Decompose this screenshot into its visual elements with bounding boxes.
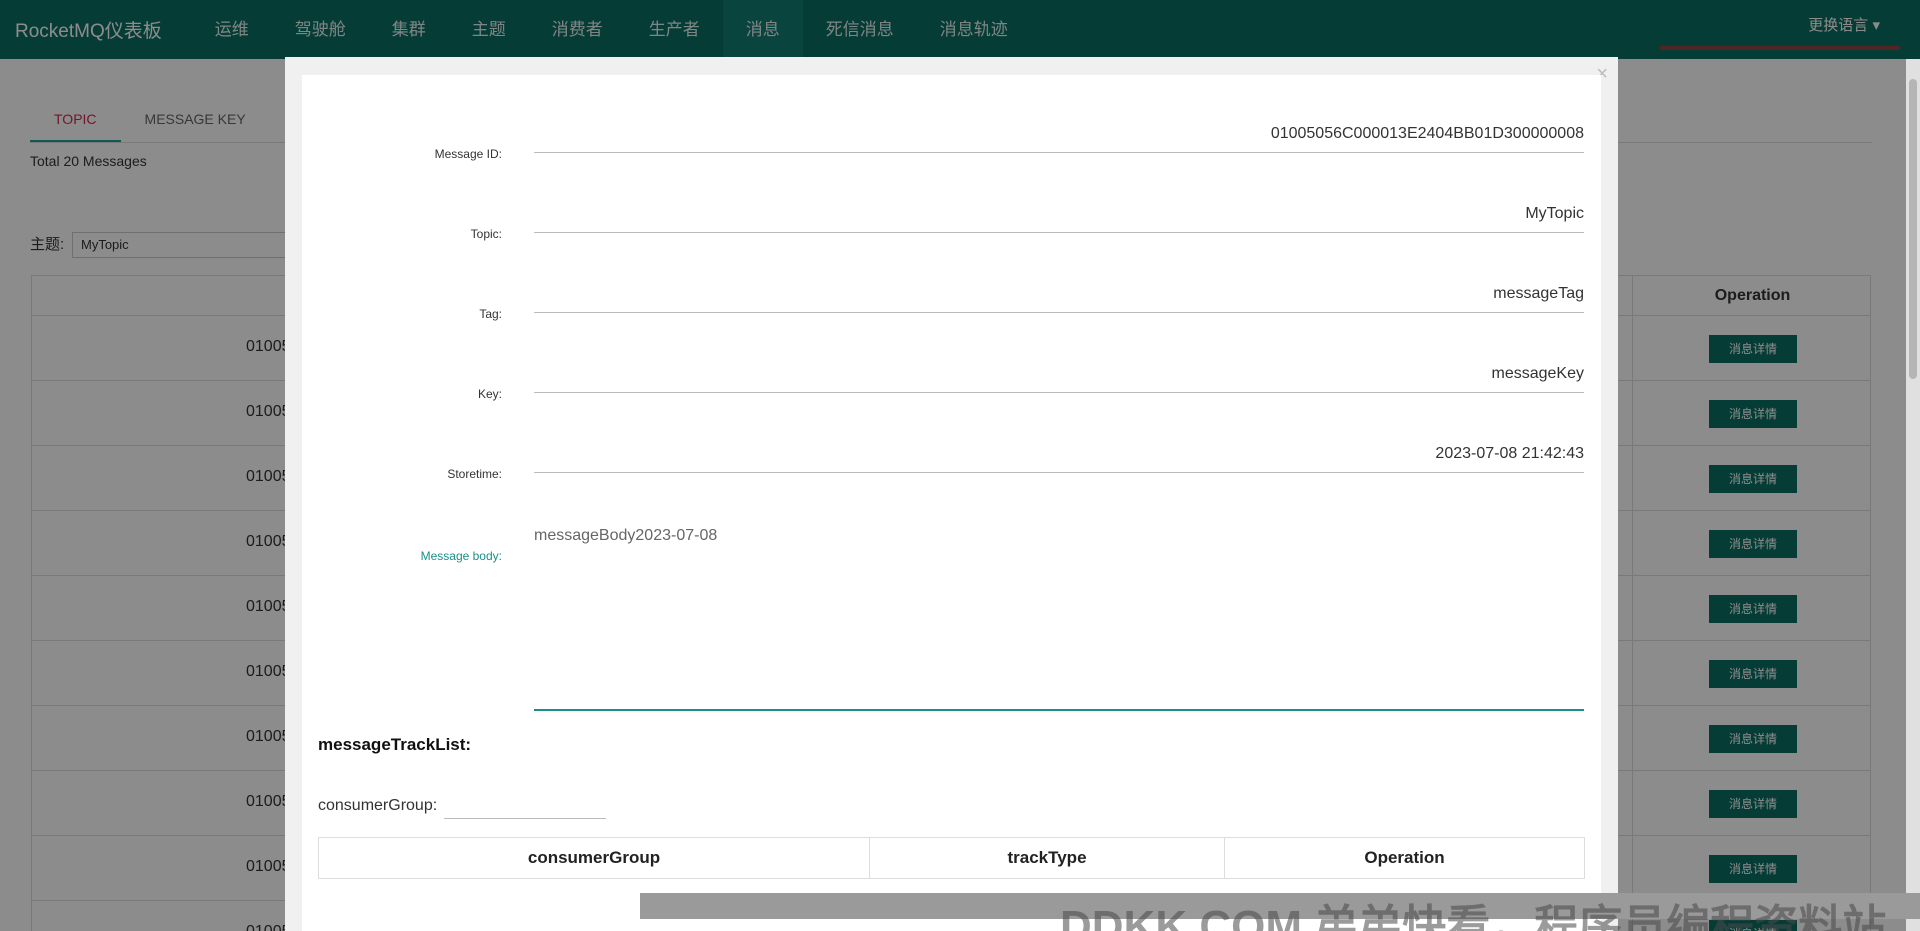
consumer-group-input[interactable]	[444, 793, 606, 819]
message-body-label: Message body:	[420, 549, 502, 563]
message-detail-modal: × Message ID: 01005056C000013E2404BB01D3…	[285, 57, 1618, 931]
tag-field[interactable]: messageTag	[534, 285, 1584, 313]
column-header-consumer-group: consumerGroup	[319, 838, 870, 878]
page-scrollbar[interactable]	[1906, 59, 1920, 931]
topic-field[interactable]: MyTopic	[534, 205, 1584, 233]
key-field[interactable]: messageKey	[534, 365, 1584, 393]
message-track-list-title: messageTrackList:	[318, 735, 472, 754]
key-label: Key:	[477, 387, 502, 401]
consumer-group-label: consumerGroup:	[318, 797, 438, 814]
tag-label: Tag:	[479, 307, 502, 321]
storetime-field[interactable]: 2023-07-08 21:42:43	[534, 445, 1584, 473]
watermark-text: DDKK.COM 弟弟快看，程序员编程资料站	[1060, 902, 1887, 931]
modal-content: Message ID: 01005056C000013E2404BB01D300…	[302, 75, 1601, 931]
column-header-operation: Operation	[1364, 848, 1445, 867]
storetime-label: Storetime:	[447, 467, 502, 481]
message-body-textarea[interactable]: messageBody2023-07-08	[534, 527, 1584, 711]
track-table-header: consumerGroup trackType Operation	[318, 837, 1585, 879]
message-id-field[interactable]: 01005056C000013E2404BB01D300000008	[534, 125, 1584, 153]
column-header-track-type: trackType	[870, 838, 1225, 878]
topic-label: Topic:	[470, 227, 502, 241]
message-id-label: Message ID:	[434, 147, 502, 161]
scrollbar-thumb[interactable]	[1909, 79, 1917, 379]
